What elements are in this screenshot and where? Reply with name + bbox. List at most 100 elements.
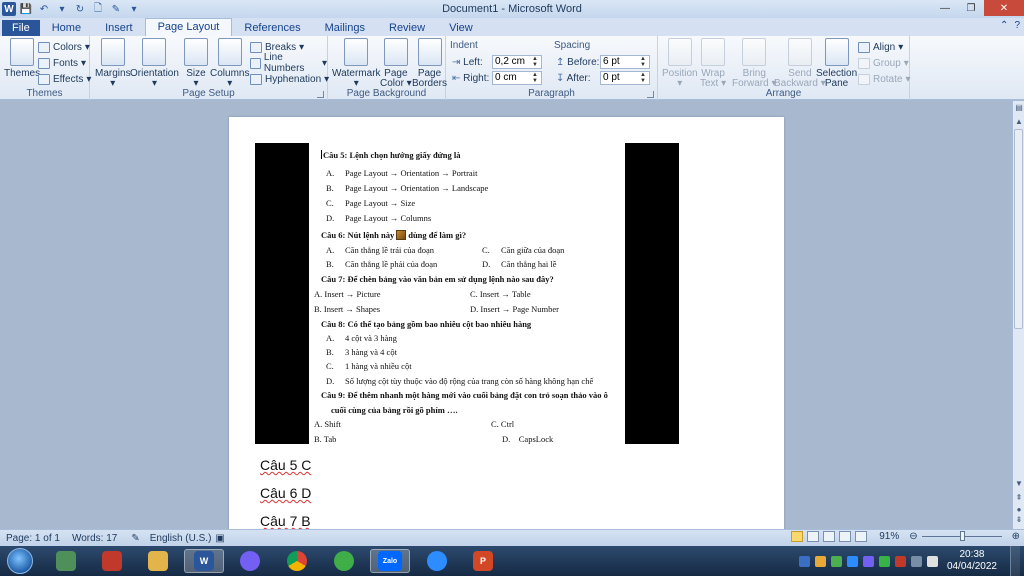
scroll-up-icon[interactable]: ▲ xyxy=(1014,117,1024,126)
outline-view-button[interactable] xyxy=(839,531,852,542)
wrap-text-button[interactable]: Wrap Text ▾ xyxy=(700,38,726,89)
tab-references[interactable]: References xyxy=(232,20,312,36)
zoom-slider-thumb[interactable] xyxy=(959,531,965,541)
tray-messenger-icon[interactable] xyxy=(798,555,810,567)
line-numbers-button[interactable]: Line Numbers ▾ xyxy=(250,52,327,74)
hyphenation-button[interactable]: Hyphenation ▾ xyxy=(250,72,329,86)
tray-viber-icon[interactable] xyxy=(862,555,874,567)
bring-forward-button[interactable]: Bring Forward ▾ xyxy=(732,38,777,89)
themes-button[interactable]: Themes xyxy=(4,38,40,79)
zoom-out-icon[interactable]: ⊖ xyxy=(909,531,917,542)
scroll-thumb[interactable] xyxy=(1014,129,1023,329)
page-count[interactable]: Page: 1 of 1 xyxy=(6,533,60,544)
tab-view[interactable]: View xyxy=(437,20,485,36)
view-ruler-icon[interactable]: ▤ xyxy=(1014,103,1024,112)
tab-review[interactable]: Review xyxy=(377,20,437,36)
selection-pane-button[interactable]: Selection Pane xyxy=(816,38,857,89)
tray-volume-icon[interactable] xyxy=(926,555,938,567)
size-button[interactable]: Size ▾ xyxy=(184,38,208,89)
page-setup-launcher-icon[interactable] xyxy=(317,91,324,98)
spacing-before-input[interactable]: 6 pt ▲ ▼ xyxy=(600,55,650,69)
indent-left-input[interactable]: 0,2 cm ▲ ▼ xyxy=(492,55,542,69)
edit-icon[interactable]: ✎ xyxy=(108,2,124,16)
taskbar-app-red[interactable] xyxy=(92,549,132,573)
columns-button[interactable]: Columns ▾ xyxy=(210,38,249,89)
ribbon: Themes Colors ▾ Fonts ▾ Effects ▾ Themes… xyxy=(0,36,1024,100)
indent-right-spinner[interactable]: ⇤ Right: 0 cm ▲ ▼ xyxy=(452,71,542,85)
document-page[interactable]: Câu 5: Lệnh chọn hướng giấy đứng là A. Pa… xyxy=(229,117,784,529)
taskbar-zalo[interactable]: Zalo xyxy=(370,549,410,573)
undo-icon[interactable]: ↶ xyxy=(36,2,52,16)
scroll-down-icon[interactable]: ▼ xyxy=(1014,479,1024,488)
new-document-icon[interactable]: 🗋 xyxy=(90,2,106,16)
redo-icon[interactable]: ↻ xyxy=(72,2,88,16)
effects-button[interactable]: Effects ▾ xyxy=(38,72,91,86)
document-area[interactable]: Câu 5: Lệnh chọn hướng giấy đứng là A. Pa… xyxy=(0,101,1012,529)
group-button[interactable]: Group ▾ xyxy=(858,56,909,70)
taskbar-coccoc[interactable] xyxy=(324,549,364,573)
word-count[interactable]: Words: 17 xyxy=(72,533,117,544)
watermark-button[interactable]: Watermark ▾ xyxy=(332,38,381,89)
help-icon[interactable]: ? xyxy=(1014,20,1020,31)
show-desktop-button[interactable] xyxy=(1010,546,1020,576)
select-browse-object-icon[interactable]: ● xyxy=(1014,505,1024,514)
minimize-ribbon-icon[interactable]: ⌃ xyxy=(1000,20,1008,31)
tray-alert-icon[interactable] xyxy=(894,555,906,567)
spacing-after-input[interactable]: 0 pt ▲ ▼ xyxy=(600,71,650,85)
align-button[interactable]: Align ▾ xyxy=(858,40,903,54)
taskbar-libraries[interactable] xyxy=(46,549,86,573)
taskbar-viber[interactable] xyxy=(230,549,270,573)
position-button[interactable]: Position ▾ xyxy=(662,38,698,89)
rotate-button[interactable]: Rotate ▾ xyxy=(858,72,911,86)
full-screen-reading-view-button[interactable] xyxy=(807,531,820,542)
taskbar-chrome[interactable] xyxy=(277,549,317,573)
print-layout-view-button[interactable] xyxy=(791,531,804,542)
taskbar-zoom[interactable] xyxy=(417,549,457,573)
customize-qat-icon[interactable]: ▾ xyxy=(126,2,142,16)
margins-button[interactable]: Margins ▾ xyxy=(95,38,131,89)
close-button[interactable]: ✕ xyxy=(984,0,1024,16)
paragraph-launcher-icon[interactable] xyxy=(647,91,654,98)
proofing-icon[interactable]: ✎ xyxy=(131,533,139,544)
tray-app-icon[interactable] xyxy=(814,555,826,567)
web-layout-view-button[interactable] xyxy=(823,531,836,542)
zoom-in-icon[interactable]: ⊕ xyxy=(1012,531,1020,542)
page-borders-button[interactable]: Page Borders xyxy=(412,38,447,89)
indent-left-spinner[interactable]: ⇥ Left: 0,2 cm ▲ ▼ xyxy=(452,55,542,69)
tray-network-icon[interactable] xyxy=(910,555,922,567)
language-indicator[interactable]: English (U.S.) xyxy=(150,533,212,544)
indent-right-input[interactable]: 0 cm ▲ ▼ xyxy=(492,71,542,85)
undo-dropdown-icon[interactable]: ▾ xyxy=(54,2,70,16)
macro-icon[interactable]: ▣ xyxy=(215,533,224,544)
taskbar-clock[interactable]: 20:38 04/04/2022 xyxy=(947,549,997,573)
tray-zoom-icon[interactable] xyxy=(846,555,858,567)
tab-insert[interactable]: Insert xyxy=(93,20,145,36)
page-color-button[interactable]: Page Color ▾ xyxy=(380,38,412,89)
zoom-level[interactable]: 91% xyxy=(879,531,899,542)
taskbar-powerpoint[interactable]: P xyxy=(463,549,503,573)
save-icon[interactable]: 💾 xyxy=(18,2,34,16)
minimize-button[interactable]: — xyxy=(932,0,958,16)
tab-mailings[interactable]: Mailings xyxy=(313,20,377,36)
restore-button[interactable]: ❐ xyxy=(958,0,984,16)
previous-page-icon[interactable]: ⇞ xyxy=(1014,493,1024,502)
spacing-before-spinner[interactable]: ↥ Before: 6 pt ▲ ▼ xyxy=(556,55,650,69)
tray-green-icon[interactable] xyxy=(830,555,842,567)
tab-home[interactable]: Home xyxy=(40,20,93,36)
orientation-button[interactable]: Orientation ▾ xyxy=(130,38,179,89)
vertical-scrollbar[interactable]: ▤ ▲ ▼ ⇞ ● ⇟ xyxy=(1012,101,1024,529)
colors-button[interactable]: Colors ▾ xyxy=(38,40,90,54)
taskbar-file-explorer[interactable] xyxy=(138,549,178,573)
tray-shield-icon[interactable] xyxy=(878,555,890,567)
q7-option-b: B. Insert → Shapes xyxy=(314,304,381,314)
fonts-button[interactable]: Fonts ▾ xyxy=(38,56,86,70)
word-logo-icon[interactable]: W xyxy=(2,2,16,16)
draft-view-button[interactable] xyxy=(855,531,868,542)
spacing-after-spinner[interactable]: ↧ After: 0 pt ▲ ▼ xyxy=(556,71,650,85)
start-button[interactable] xyxy=(7,548,33,574)
next-page-icon[interactable]: ⇟ xyxy=(1014,515,1024,524)
taskbar-word[interactable]: W xyxy=(184,549,224,573)
tab-page-layout[interactable]: Page Layout xyxy=(144,18,233,36)
zoom-slider[interactable] xyxy=(921,531,1002,541)
tab-file[interactable]: File xyxy=(2,20,40,36)
